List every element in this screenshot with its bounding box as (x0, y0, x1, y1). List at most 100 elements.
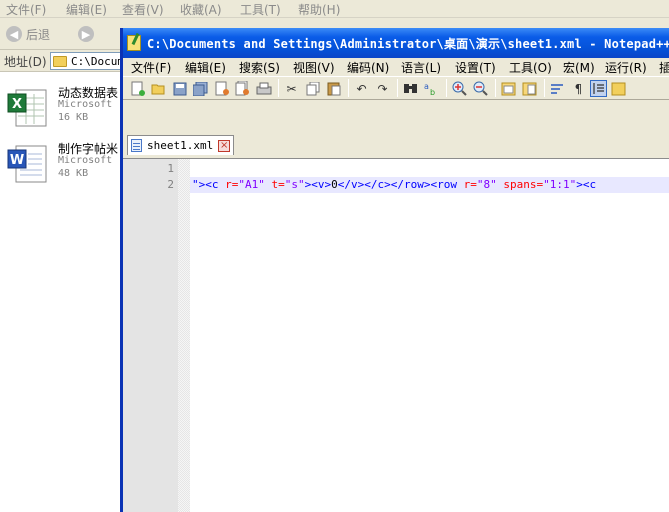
code-token: "8" (476, 178, 497, 191)
menu-plugins[interactable]: 插件 (659, 59, 669, 76)
explorer-menu-view[interactable]: 查看(V) (122, 1, 164, 18)
save-icon[interactable] (171, 80, 188, 97)
notepad-body: 文件(F) 编辑(E) 搜索(S) 视图(V) 编码(N) 语言(L) 设置(T… (123, 58, 669, 512)
menu-edit[interactable]: 编辑(E) (185, 59, 226, 76)
menu-file[interactable]: 文件(F) (131, 59, 171, 76)
code-editor[interactable]: 1 2 "><c r="A1" t="s"><v>0</v></c></row>… (123, 158, 669, 512)
code-token: "1:1" (543, 178, 577, 191)
notepad-menubar: 文件(F) 编辑(E) 搜索(S) 视图(V) 编码(N) 语言(L) 设置(T… (123, 58, 669, 76)
code-token: "A1" (238, 178, 265, 191)
excel-file-icon: X (7, 89, 47, 127)
code-token: ><v> (304, 178, 332, 191)
svg-text:X: X (12, 97, 22, 112)
toolbar-separator (397, 79, 398, 97)
code-token: 0 (331, 178, 338, 191)
code-token: r= (463, 178, 477, 191)
line-number: 2 (167, 178, 174, 191)
notepad-window: C:\Documents and Settings\Administrator\… (120, 28, 669, 512)
address-label: 地址(D) (4, 55, 47, 69)
menu-view[interactable]: 视图(V) (293, 59, 335, 76)
code-token: t= (271, 178, 285, 191)
close-file-icon[interactable] (213, 80, 230, 97)
svg-text:W: W (10, 153, 24, 168)
notepad-tabbar: sheet1.xml × (123, 100, 669, 158)
sync-vertical-icon[interactable] (500, 80, 517, 97)
back-button[interactable]: ◀ 后退 (6, 24, 50, 44)
tab-close-icon[interactable]: × (218, 139, 231, 152)
menu-macro[interactable]: 宏(M) (563, 59, 595, 76)
menu-settings[interactable]: 设置(T) (455, 59, 496, 76)
tab-sheet1-xml[interactable]: sheet1.xml × (127, 135, 235, 155)
file-type: Microsoft (58, 155, 113, 166)
explorer-menubar: 文件(F) 编辑(E) 查看(V) 收藏(A) 工具(T) 帮助(H) (0, 0, 669, 18)
toolbar-separator (544, 79, 545, 97)
tab-label: sheet1.xml (147, 139, 214, 152)
forward-arrow-icon: ▶ (78, 26, 94, 42)
toolbar-separator (495, 79, 496, 97)
word-file-icon: W (7, 145, 47, 183)
menu-run[interactable]: 运行(R) (605, 59, 647, 76)
file-item-word[interactable]: W 制作字帖米 Microsoft 48 KB (4, 140, 124, 190)
file-size: 16 KB (58, 112, 89, 123)
zoom-out-icon[interactable] (472, 80, 489, 97)
explorer-menu-help[interactable]: 帮助(H) (298, 1, 340, 18)
explorer-menu-file[interactable]: 文件(F) (6, 1, 46, 18)
menu-tools[interactable]: 工具(O) (509, 59, 552, 76)
fold-margin (178, 159, 190, 512)
explorer-menu-favorites[interactable]: 收藏(A) (180, 1, 222, 18)
toolbar-separator (348, 79, 349, 97)
menu-search[interactable]: 搜索(S) (239, 59, 280, 76)
redo-icon[interactable]: ↷ (374, 80, 391, 97)
copy-icon[interactable] (304, 80, 321, 97)
back-label: 后退 (26, 27, 51, 42)
address-value: C:\Docum (71, 54, 124, 68)
code-line-2: "><c r="A1" t="s"><v>0</v></c></row><row… (190, 177, 669, 193)
explorer-menu-edit[interactable]: 编辑(E) (66, 1, 107, 18)
svg-text:b: b (430, 88, 435, 96)
replace-icon[interactable]: ab (423, 80, 440, 97)
word-wrap-icon[interactable] (549, 80, 566, 97)
code-token: spans= (503, 178, 544, 191)
user-language-icon[interactable] (610, 80, 627, 97)
undo-icon[interactable]: ↶ (353, 80, 370, 97)
code-token: <c (205, 178, 226, 191)
menu-language[interactable]: 语言(L) (401, 59, 441, 76)
code-token: r= (225, 178, 239, 191)
zoom-in-icon[interactable] (451, 80, 468, 97)
close-all-icon[interactable] (234, 80, 251, 97)
file-size: 48 KB (58, 168, 89, 179)
notepad-title-bar[interactable]: C:\Documents and Settings\Administrator\… (123, 28, 669, 58)
file-item-excel[interactable]: X 动态数据表 Microsoft 16 KB (4, 84, 124, 134)
paste-icon[interactable] (325, 80, 342, 97)
code-token: "s" (284, 178, 305, 191)
line-number: 1 (167, 162, 174, 175)
indent-guide-icon[interactable] (590, 80, 607, 97)
toolbar-separator (278, 79, 279, 97)
code-token: </v></c></row><row (337, 178, 464, 191)
code-token: ><c (576, 178, 597, 191)
window-title: C:\Documents and Settings\Administrator\… (147, 36, 669, 51)
notepad-logo-icon (127, 35, 141, 51)
forward-button[interactable]: ▶ (78, 24, 98, 44)
document-icon (131, 139, 142, 152)
save-all-icon[interactable] (192, 80, 209, 97)
code-token: "> (192, 178, 206, 191)
open-file-icon[interactable] (150, 80, 167, 97)
toolbar-separator (446, 79, 447, 97)
menu-encoding[interactable]: 编码(N) (347, 59, 389, 76)
folder-icon (53, 55, 67, 67)
explorer-menu-tools[interactable]: 工具(T) (240, 1, 281, 18)
new-file-icon[interactable] (129, 80, 146, 97)
line-number-gutter: 1 2 (123, 159, 178, 512)
show-all-chars-icon[interactable]: ¶ (570, 80, 587, 97)
back-arrow-icon: ◀ (6, 26, 22, 42)
file-type: Microsoft (58, 99, 113, 110)
sync-horizontal-icon[interactable] (521, 80, 538, 97)
find-icon[interactable] (402, 80, 419, 97)
print-icon[interactable] (255, 80, 272, 97)
svg-text:a: a (424, 82, 429, 91)
notepad-toolbar: ✂ ↶ ↷ ab ¶ (123, 76, 669, 100)
cut-icon[interactable]: ✂ (283, 80, 300, 97)
